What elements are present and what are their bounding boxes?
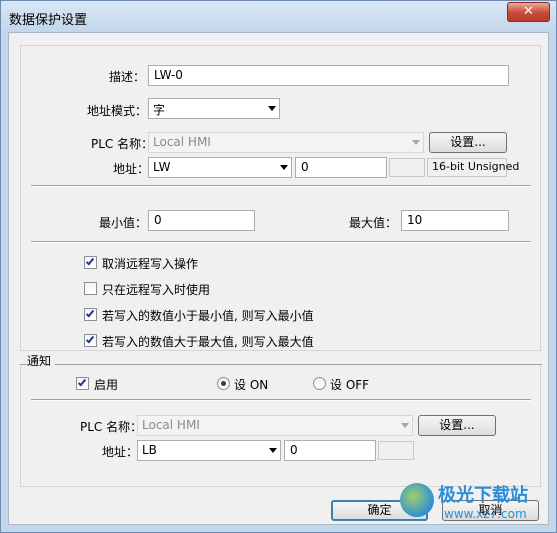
address-label: 地址： [113,162,150,176]
close-icon: ✕ [523,4,534,19]
settings-group: 描述： LW-0 地址模式： 字 PLC 名称： Local HMI 设置...… [20,45,541,351]
option-checkbox[interactable] [84,308,97,321]
chevron-down-icon [412,140,420,145]
address-index-box [389,158,425,177]
notify-off-label: 设 OFF [330,378,370,392]
address-device-value: LB [142,443,157,457]
window-title: 数据保护设置 [9,13,88,28]
brand-logo-icon [400,483,434,517]
description-input[interactable]: LW-0 [148,65,509,86]
min-value-label: 最小值： [99,216,148,230]
option-label: 只在远程写入时使用 [102,283,211,297]
divider [55,364,542,365]
plc-name-label: PLC 名称： [91,137,154,151]
option-checkbox[interactable] [84,282,97,295]
notify-group: 启用 设 ON 设 OFF PLC 名称： Local HMI 设置... 地址… [20,364,542,487]
address-input[interactable]: 0 [284,440,376,461]
divider [31,185,531,187]
plc-name-select[interactable]: Local HMI [148,132,424,153]
divider [31,241,531,243]
plc-name-value: Local HMI [142,418,200,432]
divider [20,364,28,365]
option-label: 取消远程写入操作 [102,257,199,271]
notify-enable-checkbox[interactable] [76,377,89,390]
chevron-down-icon [280,165,288,170]
dialog-window: 数据保护设置 ✕ 描述： LW-0 地址模式： 字 PLC 名称： Local … [0,0,557,533]
chevron-down-icon [269,448,277,453]
address-mode-value: 字 [153,103,166,117]
title-bar[interactable]: 数据保护设置 ✕ [1,1,556,32]
notify-on-radio[interactable] [217,377,230,390]
address-mode-select[interactable]: 字 [148,98,280,119]
address-input[interactable]: 0 [295,157,387,178]
checkmark-icon [85,256,95,266]
address-device-select[interactable]: LW [148,157,292,178]
plc-settings-button[interactable]: 设置... [418,415,496,436]
watermark-logo: 极光下载站 www.xz7.com [400,481,550,529]
plc-settings-button[interactable]: 设置... [429,132,507,153]
divider [31,399,531,401]
checkmark-icon [77,377,87,387]
plc-name-select[interactable]: Local HMI [137,415,413,436]
option-label: 若写入的数值大于最大值, 则写入最大值 [102,335,314,349]
address-label: 地址： [102,445,139,459]
close-button[interactable]: ✕ [507,2,550,22]
chevron-down-icon [268,106,276,111]
address-device-select[interactable]: LB [137,440,281,461]
option-checkbox[interactable] [84,256,97,269]
dialog-body: 描述： LW-0 地址模式： 字 PLC 名称： Local HMI 设置...… [8,32,549,525]
checkmark-icon [85,334,95,344]
option-label: 若写入的数值小于最小值, 则写入最小值 [102,309,314,323]
address-mode-label: 地址模式： [87,104,148,118]
notify-enable-label: 启用 [94,378,119,392]
notify-off-radio[interactable] [313,377,326,390]
radio-dot-icon [221,381,226,386]
max-value-label: 最大值： [349,216,398,230]
address-index-box [378,441,414,460]
min-value-input[interactable]: 0 [148,210,255,231]
chevron-down-icon [401,423,409,428]
data-format-label: 16-bit Unsigned [427,158,519,177]
plc-name-value: Local HMI [153,135,211,149]
checkmark-icon [85,308,95,318]
watermark-url: www.xz7.com [444,507,527,521]
notify-on-label: 设 ON [234,378,269,392]
address-device-value: LW [153,160,171,174]
max-value-input[interactable]: 10 [401,210,509,231]
plc-name-label: PLC 名称： [80,420,143,434]
description-label: 描述： [109,70,146,84]
option-checkbox[interactable] [84,334,97,347]
watermark-brand: 极光下载站 [438,485,528,506]
